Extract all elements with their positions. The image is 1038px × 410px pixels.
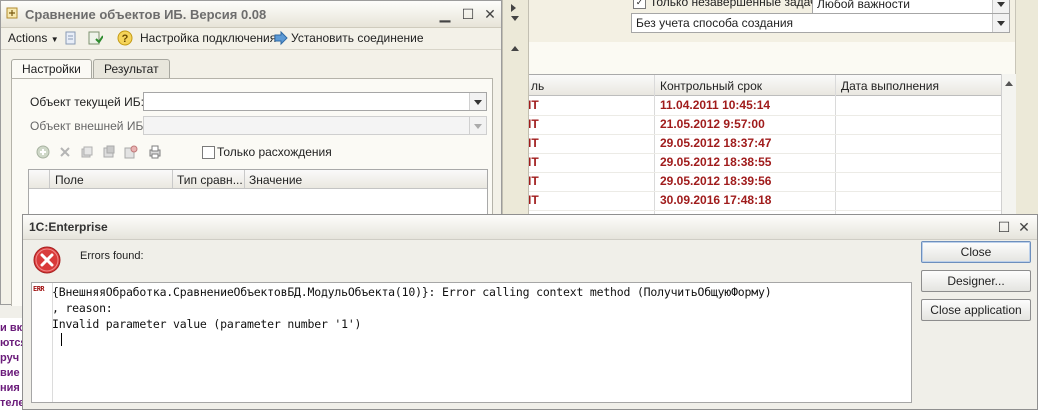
list-item: ния bbox=[0, 382, 20, 394]
current-ib-dropdown-button[interactable] bbox=[469, 93, 486, 110]
column-separator bbox=[244, 170, 245, 188]
delete-icon[interactable] bbox=[58, 145, 72, 159]
list-item: руч bbox=[0, 352, 20, 364]
tasks-table-scrollbar[interactable] bbox=[1001, 74, 1016, 214]
connection-settings-button[interactable]: Настройка подключения bbox=[140, 31, 276, 45]
dialog-titlebar[interactable]: 1C:Enterprise ☐ ✕ bbox=[23, 215, 1037, 240]
error-icon bbox=[33, 246, 61, 274]
error-dialog: 1C:Enterprise ☐ ✕ Errors found: ERR {Вне… bbox=[22, 214, 1038, 410]
importance-combo-value: Любой важности bbox=[817, 0, 910, 11]
column-separator bbox=[172, 170, 173, 188]
save-file-icon[interactable] bbox=[87, 30, 103, 46]
chevron-down-icon bbox=[474, 124, 482, 129]
print-icon[interactable] bbox=[148, 145, 162, 159]
importance-combo[interactable]: Любой важности bbox=[812, 0, 1010, 14]
grid-header: Поле Тип сравн... Значение bbox=[29, 170, 487, 189]
incomplete-tasks-label: Только незавершенные задачи bbox=[650, 0, 823, 9]
only-differences-label: Только расхождения bbox=[217, 145, 332, 159]
table-row[interactable]: IT 29.05.2012 18:38:55 bbox=[528, 153, 1002, 173]
form-icon bbox=[6, 7, 18, 19]
table-row[interactable]: IT 11.04.2011 10:45:14 bbox=[528, 96, 1002, 116]
table-row[interactable]: IT 29.05.2012 18:37:47 bbox=[528, 134, 1002, 154]
background-list-clipped: и вкл ются руч вие ния теле bbox=[0, 318, 22, 410]
open-file-icon[interactable] bbox=[63, 30, 79, 46]
tasks-table-header: ль Контрольный срок Дата выполнения bbox=[528, 75, 1002, 96]
connect-icon[interactable] bbox=[273, 30, 289, 46]
compare-window-titlebar[interactable]: Сравнение объектов ИБ. Версия 0.08 ▁ ☐ ✕ bbox=[1, 1, 501, 28]
column-separator bbox=[49, 170, 50, 188]
external-ib-dropdown-button[interactable] bbox=[469, 117, 486, 134]
close-icon[interactable]: ✕ bbox=[482, 6, 498, 22]
add-icon[interactable] bbox=[36, 145, 50, 159]
scroll-up-icon[interactable] bbox=[1005, 81, 1013, 86]
close-icon[interactable]: ✕ bbox=[1016, 219, 1032, 235]
compare-tabs: Настройки Результат bbox=[11, 59, 491, 80]
current-ib-object-label: Объект текущей ИБ: bbox=[30, 95, 144, 109]
copy-icon[interactable] bbox=[80, 145, 94, 159]
copy-group-icon[interactable] bbox=[102, 145, 116, 159]
column-header-deadline[interactable]: Контрольный срок bbox=[660, 79, 762, 93]
table-row[interactable]: IT 21.05.2012 9:57:00 bbox=[528, 115, 1002, 135]
only-differences-checkbox[interactable] bbox=[202, 146, 215, 159]
chevron-down-icon: ▼ bbox=[50, 35, 59, 44]
connect-button[interactable]: Установить соединение bbox=[291, 31, 424, 45]
error-message-line-2: , reason: bbox=[52, 301, 113, 315]
error-message-line-3: Invalid parameter value (parameter numbe… bbox=[52, 317, 362, 331]
creation-method-combo-value: Без учета способа создания bbox=[636, 16, 794, 30]
column-header-completion-date[interactable]: Дата выполнения bbox=[841, 79, 939, 93]
window-separator-bar[interactable] bbox=[502, 0, 529, 215]
creation-method-combo[interactable]: Без учета способа создания bbox=[631, 13, 1010, 33]
creation-method-dropdown-button[interactable] bbox=[992, 14, 1009, 32]
tasks-table[interactable]: ль Контрольный срок Дата выполнения IT 11… bbox=[527, 74, 1003, 216]
scroll-up-icon[interactable] bbox=[511, 46, 519, 51]
incomplete-tasks-checkbox[interactable]: ✓ bbox=[633, 0, 646, 9]
svg-text:?: ? bbox=[122, 33, 129, 45]
message-gutter: ERR bbox=[32, 283, 53, 402]
column-header-compare-type[interactable]: Тип сравн... bbox=[177, 173, 243, 187]
list-item: ются bbox=[0, 337, 22, 349]
maximize-icon[interactable]: ☐ bbox=[996, 219, 1012, 235]
close-button[interactable]: Close bbox=[921, 241, 1031, 263]
text-caret bbox=[61, 333, 62, 346]
scroll-right-icon[interactable] bbox=[511, 4, 516, 12]
dialog-title: 1C:Enterprise bbox=[29, 220, 108, 234]
edit-settings-icon[interactable] bbox=[124, 145, 138, 159]
actions-menu[interactable]: Actions ▼ bbox=[8, 31, 59, 45]
column-header-field[interactable]: Поле bbox=[55, 173, 84, 187]
error-message-line-1: {ВнешняяОбработка.СравнениеОбъектовБД.Мо… bbox=[52, 285, 772, 299]
list-item: теле bbox=[0, 397, 22, 409]
column-header-value[interactable]: Значение bbox=[249, 173, 302, 187]
designer-button[interactable]: Designer... bbox=[921, 270, 1031, 292]
tab-settings[interactable]: Настройки bbox=[11, 59, 92, 80]
compare-window-title: Сравнение объектов ИБ. Версия 0.08 bbox=[25, 7, 267, 22]
tasks-window-side-bar bbox=[1015, 0, 1038, 220]
table-row[interactable]: IT 29.05.2012 18:39:56 bbox=[528, 172, 1002, 192]
external-ib-object-label: Объект внешней ИБ: bbox=[30, 119, 147, 133]
errors-found-label: Errors found: bbox=[80, 250, 144, 262]
list-item: вие bbox=[0, 367, 20, 379]
chevron-down-icon[interactable] bbox=[511, 16, 519, 21]
compare-toolbar: Actions ▼ ? Настройка подключения Устано… bbox=[1, 27, 501, 50]
maximize-icon[interactable]: ☐ bbox=[460, 6, 476, 22]
chevron-down-icon bbox=[474, 100, 482, 105]
error-badge-icon: ERR bbox=[33, 285, 45, 293]
close-application-button[interactable]: Close application bbox=[921, 299, 1031, 321]
error-message-box[interactable]: ERR {ВнешняяОбработка.СравнениеОбъектовБ… bbox=[31, 282, 912, 403]
external-ib-object-field[interactable] bbox=[143, 116, 487, 135]
list-item: и вкл bbox=[0, 322, 22, 334]
current-ib-object-field[interactable] bbox=[143, 92, 487, 111]
column-header-executor[interactable]: ль bbox=[531, 79, 544, 93]
tab-result[interactable]: Результат bbox=[93, 59, 170, 79]
chevron-down-icon bbox=[997, 2, 1005, 7]
minimize-icon[interactable]: ▁ bbox=[437, 6, 453, 22]
table-row[interactable]: IT 30.09.2016 17:48:18 bbox=[528, 191, 1002, 211]
importance-dropdown-button[interactable] bbox=[992, 0, 1009, 13]
chevron-down-icon bbox=[997, 21, 1005, 26]
help-icon[interactable]: ? bbox=[117, 30, 133, 46]
